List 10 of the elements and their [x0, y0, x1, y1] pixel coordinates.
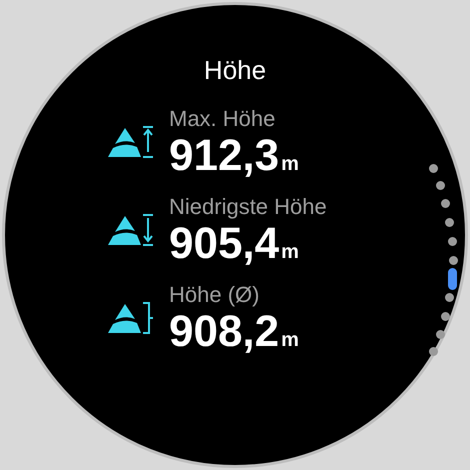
unit-label: m	[281, 152, 299, 176]
unit-label: m	[281, 240, 299, 264]
metric-label: Niedrigste Höhe	[169, 193, 327, 221]
metric-value: 912,3	[169, 133, 280, 179]
unit-label: m	[281, 328, 299, 352]
metric-label: Max. Höhe	[169, 105, 276, 133]
screen-title: Höhe	[204, 54, 266, 87]
metric-label: Höhe (Ø)	[169, 281, 260, 309]
metric-value: 908,2	[169, 309, 280, 355]
metric-value: 905,4	[169, 221, 280, 267]
